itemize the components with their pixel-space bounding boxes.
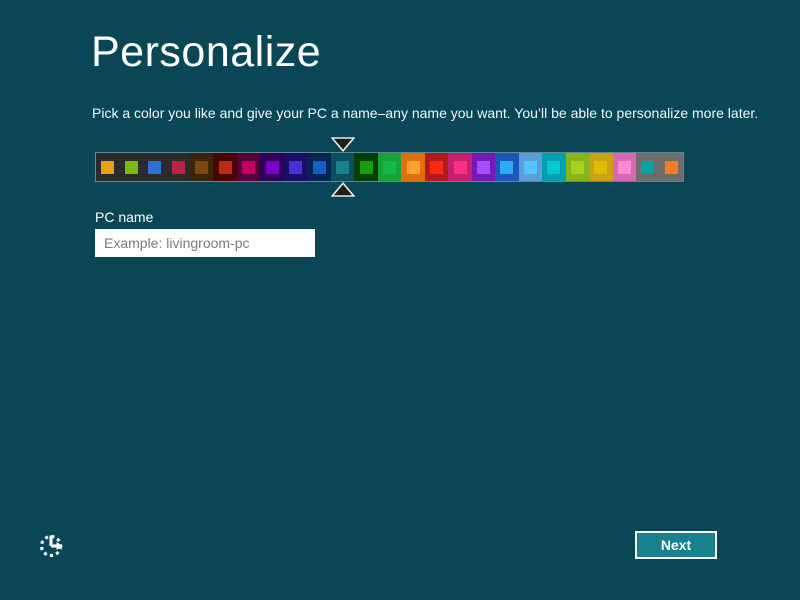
color-swatch-yellow-green[interactable] bbox=[119, 153, 142, 181]
color-swatch-square bbox=[500, 161, 513, 174]
color-swatch-square bbox=[618, 161, 631, 174]
color-swatch-square bbox=[336, 161, 349, 174]
color-swatch-indigo[interactable] bbox=[284, 153, 307, 181]
color-swatch-square bbox=[125, 161, 138, 174]
next-button-label: Next bbox=[661, 537, 691, 553]
color-swatch-square bbox=[407, 161, 420, 174]
color-swatch-square bbox=[242, 161, 255, 174]
color-swatch-sky-blue[interactable] bbox=[519, 153, 542, 181]
color-swatch-square bbox=[547, 161, 560, 174]
color-swatch-square bbox=[101, 161, 114, 174]
personalize-screen: { "page": { "title": "Personalize", "sub… bbox=[0, 0, 800, 600]
color-swatch-purple[interactable] bbox=[260, 153, 283, 181]
selection-arrow-down-icon[interactable] bbox=[331, 137, 355, 152]
color-swatch-bright-blue[interactable] bbox=[495, 153, 518, 181]
color-swatch-square bbox=[383, 161, 396, 174]
color-swatch-square bbox=[148, 161, 161, 174]
ease-of-access-icon[interactable] bbox=[38, 533, 64, 559]
color-swatch-square bbox=[665, 161, 678, 174]
selection-arrow-up-icon[interactable] bbox=[331, 182, 355, 197]
color-swatch-orange[interactable] bbox=[401, 153, 424, 181]
next-button[interactable]: Next bbox=[635, 531, 717, 559]
color-swatch-square bbox=[641, 161, 654, 174]
color-swatch-gray-teal[interactable] bbox=[636, 153, 659, 181]
color-swatch-square bbox=[313, 161, 326, 174]
color-swatch-amber[interactable] bbox=[96, 153, 119, 181]
color-swatch-dark-green[interactable] bbox=[354, 153, 377, 181]
color-swatch-teal[interactable] bbox=[331, 153, 354, 181]
color-swatch-blue[interactable] bbox=[143, 153, 166, 181]
color-swatch-square bbox=[360, 161, 373, 174]
color-swatch-square bbox=[195, 161, 208, 174]
color-swatch-magenta[interactable] bbox=[237, 153, 260, 181]
color-swatch-gold[interactable] bbox=[589, 153, 612, 181]
color-swatch-square bbox=[571, 161, 584, 174]
color-swatch-crimson[interactable] bbox=[166, 153, 189, 181]
color-swatch-square bbox=[266, 161, 279, 174]
color-swatch-violet[interactable] bbox=[472, 153, 495, 181]
color-swatch-square bbox=[430, 161, 443, 174]
color-swatch-square bbox=[454, 161, 467, 174]
page-subtitle: Pick a color you like and give your PC a… bbox=[92, 105, 758, 121]
color-swatch-square bbox=[594, 161, 607, 174]
pc-name-input[interactable] bbox=[95, 229, 315, 257]
color-swatch-brown[interactable] bbox=[190, 153, 213, 181]
color-strip[interactable] bbox=[95, 152, 684, 182]
color-swatch-red[interactable] bbox=[425, 153, 448, 181]
color-swatch-lime[interactable] bbox=[566, 153, 589, 181]
color-swatch-cyan-teal[interactable] bbox=[542, 153, 565, 181]
color-swatch-dark-red[interactable] bbox=[213, 153, 236, 181]
color-swatch-gray-orange[interactable] bbox=[660, 153, 683, 181]
color-swatch-square bbox=[524, 161, 537, 174]
page-title: Personalize bbox=[91, 28, 321, 77]
color-swatch-light-pink[interactable] bbox=[613, 153, 636, 181]
color-swatch-pink-magenta[interactable] bbox=[448, 153, 471, 181]
color-swatch-square bbox=[172, 161, 185, 174]
color-swatch-square bbox=[219, 161, 232, 174]
color-swatch-green[interactable] bbox=[378, 153, 401, 181]
pc-name-label: PC name bbox=[95, 209, 153, 225]
color-swatch-square bbox=[289, 161, 302, 174]
color-swatch-navy-blue[interactable] bbox=[307, 153, 330, 181]
color-swatch-square bbox=[477, 161, 490, 174]
